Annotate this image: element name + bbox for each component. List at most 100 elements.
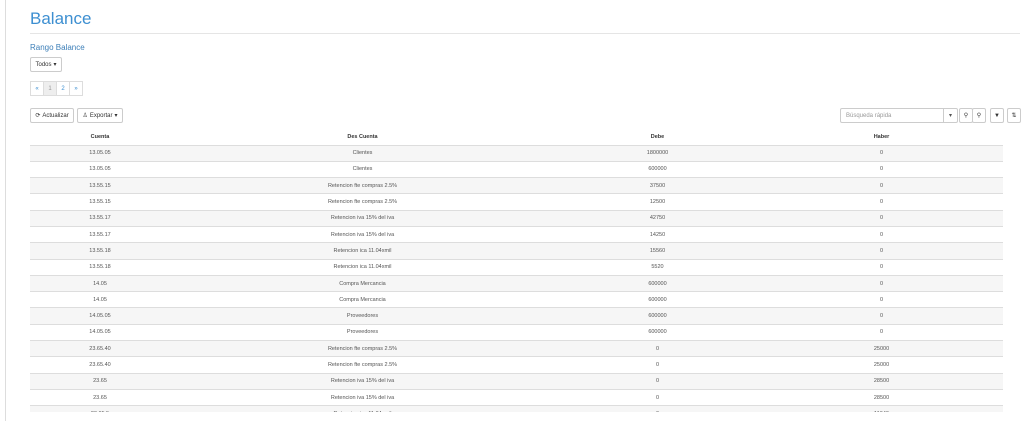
cell-haber: 0 xyxy=(760,193,1003,211)
todos-dropdown[interactable]: Todos ▾ xyxy=(30,57,62,72)
page-1[interactable]: 1 xyxy=(43,81,57,96)
cell-debe: 0 xyxy=(555,372,760,390)
cell-cuenta: 13.55.15 xyxy=(30,193,170,211)
cell-cuenta: 23.65.5 xyxy=(30,405,170,412)
cell-des-cuenta: Clientes xyxy=(170,144,555,162)
cell-haber: 0 xyxy=(760,274,1003,292)
search-button[interactable]: ⚲ xyxy=(959,108,973,123)
cell-cuenta: 23.65.40 xyxy=(30,340,170,357)
cell-debe: 0 xyxy=(555,356,760,374)
cell-haber: 25000 xyxy=(760,340,1003,357)
rango-label: Rango Balance xyxy=(30,43,85,52)
cell-debe: 12500 xyxy=(555,193,760,211)
cell-debe: 37500 xyxy=(555,177,760,194)
user-icon: ♙ xyxy=(82,113,88,119)
table-row[interactable]: 13.55.15 Retencion fte compras 2.5% 37500 0 xyxy=(30,177,1003,194)
cell-cuenta: 13.55.17 xyxy=(30,225,170,243)
export-button[interactable]: ♙ Exportar ▾ xyxy=(77,108,123,123)
cell-haber: 0 xyxy=(760,291,1003,308)
cell-debe: 600000 xyxy=(555,274,760,292)
cell-haber: 25000 xyxy=(760,356,1003,374)
table-row[interactable]: 23.65 Retencion iva 15% del iva 0 28500 xyxy=(30,388,1003,406)
page-prev[interactable]: « xyxy=(30,81,44,96)
cell-cuenta: 23.65 xyxy=(30,372,170,390)
cell-haber: 28500 xyxy=(760,372,1003,390)
search-dropdown[interactable]: ▾ xyxy=(943,109,957,122)
quick-search-input[interactable]: Búsqueda rápida ▾ xyxy=(840,108,958,123)
cell-cuenta: 13.55.15 xyxy=(30,177,170,194)
advanced-search-button[interactable]: ⚲ xyxy=(972,108,986,123)
caret-down-icon: ▾ xyxy=(53,62,57,68)
cell-haber: 28500 xyxy=(760,388,1003,406)
table-row[interactable]: 14.05.05 Proveedores 600000 0 xyxy=(30,323,1003,341)
cell-des-cuenta: Compra Mercancia xyxy=(170,291,555,308)
cell-debe: 0 xyxy=(555,340,760,357)
refresh-button[interactable]: ⟳ Actualizar xyxy=(30,108,74,123)
table-row[interactable]: 13.05.05 Clientes 1800000 0 xyxy=(30,144,1003,162)
cell-haber: 11040 xyxy=(760,405,1003,412)
cell-debe: 0 xyxy=(555,405,760,412)
cell-des-cuenta: Clientes xyxy=(170,160,555,178)
cell-des-cuenta: Retencion fte compras 2.5% xyxy=(170,340,555,357)
cell-des-cuenta: Retencion iva 15% del iva xyxy=(170,209,555,227)
table-row[interactable]: 13.55.18 Retencion ica 11.04xmil 5520 0 xyxy=(30,258,1003,276)
table-row[interactable]: 23.65 Retencion iva 15% del iva 0 28500 xyxy=(30,372,1003,390)
cell-des-cuenta: Retencion iva 15% del iva xyxy=(170,225,555,243)
column-header-cuenta[interactable]: Cuenta xyxy=(30,129,170,146)
table-row[interactable]: 13.55.18 Retencion ica 11.04xmil 15560 0 xyxy=(30,242,1003,260)
table-row[interactable]: 23.65.40 Retencion fte compras 2.5% 0 25000 xyxy=(30,340,1003,357)
refresh-label: Actualizar xyxy=(42,112,69,119)
table-row[interactable]: 23.65.40 Retencion fte compras 2.5% 0 25000 xyxy=(30,356,1003,374)
page-2[interactable]: 2 xyxy=(56,81,70,96)
cell-cuenta: 14.05 xyxy=(30,291,170,308)
cell-debe: 600000 xyxy=(555,291,760,308)
cell-des-cuenta: Retencion ica 11.04xmil xyxy=(170,405,555,412)
cell-haber: 0 xyxy=(760,258,1003,276)
cell-haber: 0 xyxy=(760,323,1003,341)
cell-des-cuenta: Proveedores xyxy=(170,307,555,325)
cell-des-cuenta: Retencion fte compras 2.5% xyxy=(170,193,555,211)
table-row[interactable]: 13.55.15 Retencion fte compras 2.5% 12500 0 xyxy=(30,193,1003,211)
cell-haber: 0 xyxy=(760,209,1003,227)
todos-label: Todos xyxy=(35,61,52,68)
table-row[interactable]: 13.55.17 Retencion iva 15% del iva 42750 0 xyxy=(30,209,1003,227)
cell-cuenta: 14.05.05 xyxy=(30,307,170,325)
cell-cuenta: 14.05 xyxy=(30,274,170,292)
divider xyxy=(30,33,1020,34)
cell-debe: 5520 xyxy=(555,258,760,276)
cell-des-cuenta: Retencion ica 11.04xmil xyxy=(170,258,555,276)
balance-table: Cuenta Des Cuenta Debe Haber 13.05.05 Client… xyxy=(30,129,1003,412)
cell-debe: 1800000 xyxy=(555,144,760,162)
cell-des-cuenta: Retencion ica 11.04xmil xyxy=(170,242,555,260)
left-border xyxy=(5,0,6,421)
table-row[interactable]: 14.05 Compra Mercancia 600000 0 xyxy=(30,274,1003,292)
cell-cuenta: 13.05.05 xyxy=(30,160,170,178)
cell-haber: 0 xyxy=(760,144,1003,162)
cell-debe: 600000 xyxy=(555,160,760,178)
cell-haber: 0 xyxy=(760,177,1003,194)
column-header-des-cuenta[interactable]: Des Cuenta xyxy=(170,129,555,146)
cell-haber: 0 xyxy=(760,225,1003,243)
sort-button[interactable]: ⇅ xyxy=(1007,108,1021,123)
refresh-icon: ⟳ xyxy=(35,113,41,119)
page-next[interactable]: » xyxy=(69,81,83,96)
filter-icon: ▼ xyxy=(994,112,1000,119)
cell-des-cuenta: Retencion fte compras 2.5% xyxy=(170,356,555,374)
filter-button[interactable]: ▼ xyxy=(990,108,1004,123)
caret-down-icon: ▾ xyxy=(114,113,118,119)
table-row[interactable]: 13.05.05 Clientes 600000 0 xyxy=(30,160,1003,178)
cell-cuenta: 14.05.05 xyxy=(30,323,170,341)
column-header-debe[interactable]: Debe xyxy=(555,129,760,146)
table-row[interactable]: 14.05.05 Proveedores 600000 0 xyxy=(30,307,1003,325)
zoom-icon: ⚲ xyxy=(976,113,982,119)
table-row[interactable]: 14.05 Compra Mercancia 600000 0 xyxy=(30,291,1003,308)
column-header-haber[interactable]: Haber xyxy=(760,129,1003,146)
cell-haber: 0 xyxy=(760,160,1003,178)
cell-debe: 14250 xyxy=(555,225,760,243)
search-icon: ⚲ xyxy=(963,113,969,119)
table-row[interactable]: 13.55.17 Retencion iva 15% del iva 14250 0 xyxy=(30,225,1003,243)
sort-icon: ⇅ xyxy=(1011,113,1017,119)
cell-cuenta: 13.55.18 xyxy=(30,242,170,260)
cell-debe: 42750 xyxy=(555,209,760,227)
table-row[interactable]: 23.65.5Retencion ica 11.04xmil011040 xyxy=(30,405,1003,412)
